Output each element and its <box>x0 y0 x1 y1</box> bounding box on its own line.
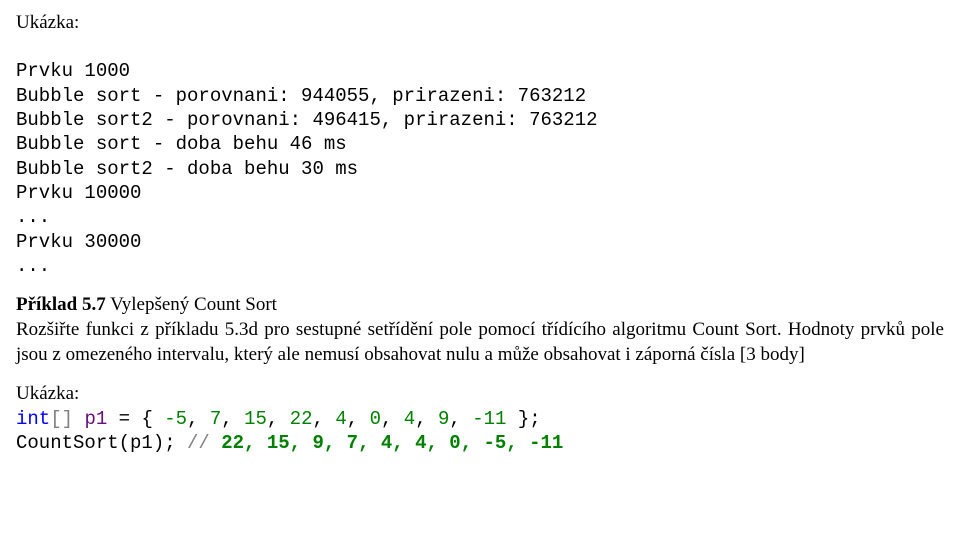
sample-output-block: Prvku 1000 Bubble sort - porovnani: 9440… <box>16 35 944 278</box>
num-literal: 4 <box>335 408 346 430</box>
exercise-number: Příklad 5.7 <box>16 294 106 315</box>
code-block: int[] p1 = { -5, 7, 15, 22, 4, 0, 4, 9, … <box>16 407 944 456</box>
comment-values: 22, 15, 9, 7, 4, 4, 0, -5, -11 <box>221 432 563 454</box>
num-literal: -5 <box>164 408 187 430</box>
keyword-int: int <box>16 408 50 430</box>
sample-line: ... <box>16 206 50 228</box>
exercise-body: Rozšiřte funkci z příkladu 5.3d pro sest… <box>16 317 944 367</box>
num-literal: 7 <box>210 408 221 430</box>
sample-line: Bubble sort - porovnani: 944055, priraze… <box>16 85 586 107</box>
num-literal: 15 <box>244 408 267 430</box>
num-literal: 22 <box>290 408 313 430</box>
comment-slashes: // <box>187 432 221 454</box>
sample-line: ... <box>16 255 50 277</box>
code-call: CountSort(p1); <box>16 432 187 454</box>
sample-line: Prvku 1000 <box>16 60 130 82</box>
sample-heading: Ukázka: <box>16 10 944 35</box>
num-literal: 4 <box>404 408 415 430</box>
code-text: }; <box>506 408 540 430</box>
code-text: = { <box>107 408 164 430</box>
sample-line: Prvku 30000 <box>16 231 141 253</box>
sample-line: Bubble sort2 - doba behu 30 ms <box>16 158 358 180</box>
sample-line: Bubble sort2 - porovnani: 496415, priraz… <box>16 109 598 131</box>
num-literal: 0 <box>370 408 381 430</box>
sample2-heading: Ukázka: <box>16 381 944 406</box>
brackets: [] <box>50 408 84 430</box>
num-literal: 9 <box>438 408 449 430</box>
var-p1: p1 <box>84 408 107 430</box>
sample-line: Bubble sort - doba behu 46 ms <box>16 133 347 155</box>
sample-line: Prvku 10000 <box>16 182 141 204</box>
num-literal: -11 <box>472 408 506 430</box>
exercise-heading: Příklad 5.7 Vylepšený Count Sort <box>16 292 944 317</box>
exercise-title: Vylepšený Count Sort <box>106 294 277 315</box>
